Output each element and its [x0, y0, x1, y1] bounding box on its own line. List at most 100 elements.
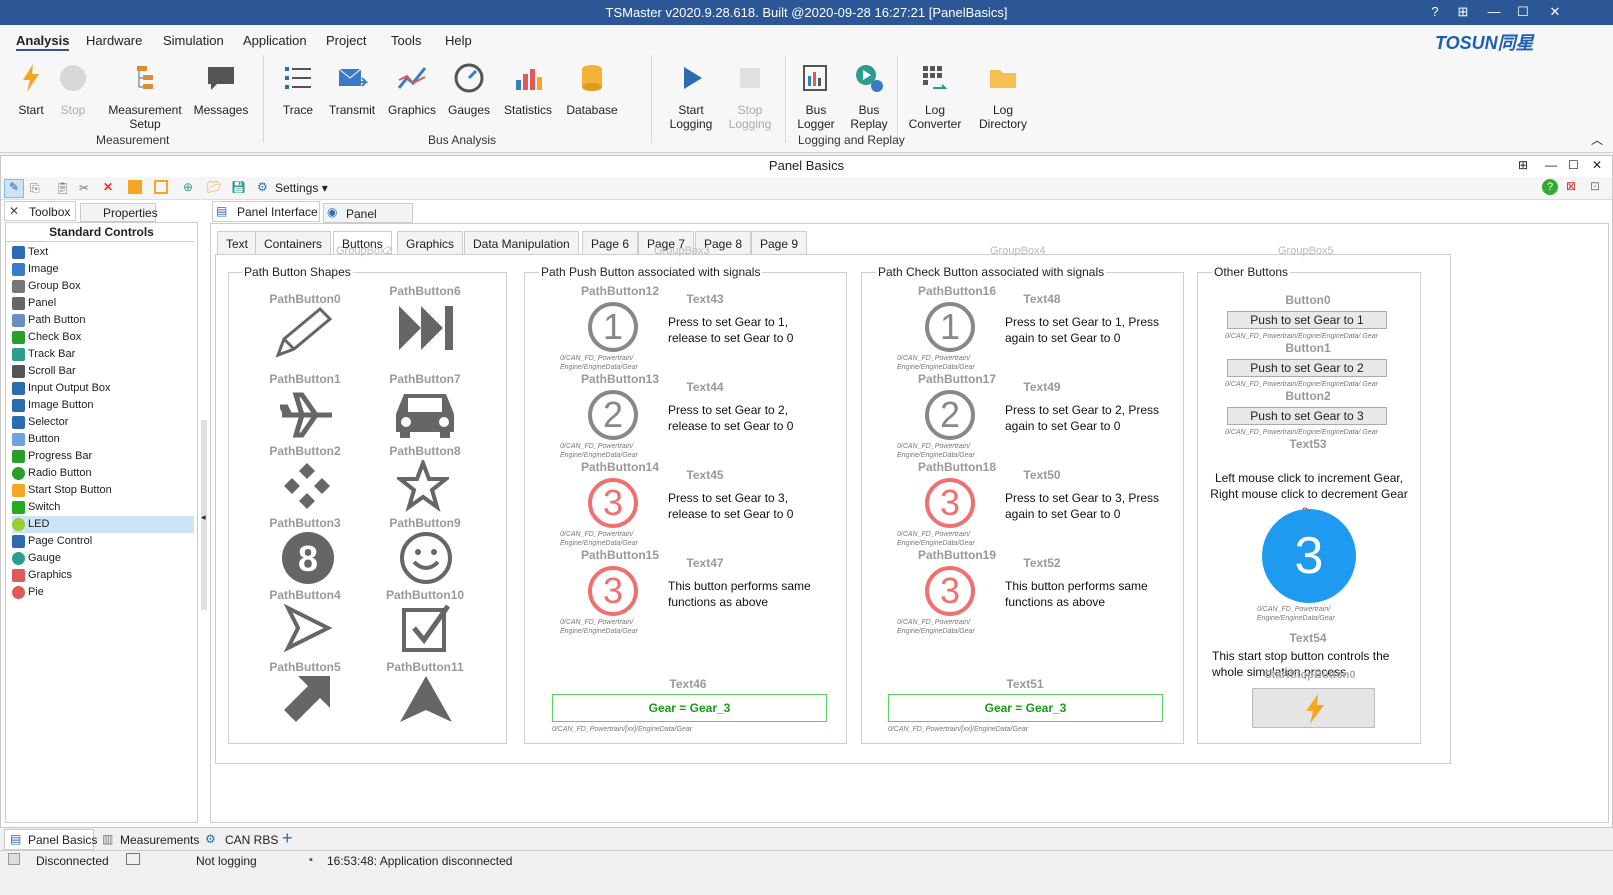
menu-project[interactable]: Project — [326, 33, 366, 48]
minimize-button[interactable]: — — [1484, 3, 1504, 21]
panel-close-button[interactable]: ✕ — [1592, 158, 1602, 172]
cut-icon[interactable]: ✂ — [79, 181, 89, 195]
arrow-up-right-icon[interactable] — [282, 672, 334, 724]
collapse-ribbon-icon[interactable]: ︿ — [1591, 131, 1603, 148]
help-icon[interactable]: ? — [1542, 179, 1558, 195]
page-tab-text[interactable]: Text — [217, 231, 258, 255]
push-gear1-button[interactable]: Push to set Gear to 1 — [1227, 311, 1387, 329]
tab-measurements[interactable]: Measurements — [120, 833, 199, 847]
toolbox-item-check-box[interactable]: Check Box — [12, 329, 194, 346]
close-tab-icon[interactable]: ⊠ — [1566, 179, 1576, 193]
page-tab-6[interactable]: Page 6 — [582, 231, 639, 255]
toolbox-item-path-button[interactable]: Path Button — [12, 312, 194, 329]
number-eight-icon[interactable]: 8 — [280, 530, 336, 586]
toolbox-item-gauge[interactable]: Gauge — [12, 550, 194, 567]
add-tab-icon[interactable]: + — [282, 828, 293, 849]
toolbox-item-radio-button[interactable]: Radio Button — [12, 465, 194, 482]
diamond-cluster-icon[interactable] — [282, 461, 332, 511]
menu-application[interactable]: Application — [243, 33, 307, 48]
panel-minimize-button[interactable]: — — [1545, 158, 1557, 172]
layout-icon[interactable]: ⊞ — [1453, 3, 1473, 21]
toolbox-item-selector[interactable]: Selector — [12, 414, 194, 431]
gear-image-button[interactable]: 3 — [1262, 509, 1356, 603]
paste-icon[interactable]: 📋︎ — [55, 181, 70, 195]
menu-tools[interactable]: Tools — [391, 33, 421, 48]
toolbox-item-image[interactable]: Image — [12, 261, 194, 278]
menu-hardware[interactable]: Hardware — [86, 33, 142, 48]
panel-float-icon[interactable]: ⊞ — [1518, 158, 1528, 172]
toolbox-item-input-output-box[interactable]: Input Output Box — [12, 380, 194, 397]
database-button[interactable]: Database — [562, 62, 622, 117]
menu-simulation[interactable]: Simulation — [163, 33, 224, 48]
toolbox-item-start-stop-button[interactable]: Start Stop Button — [12, 482, 194, 499]
graphics-button[interactable]: Graphics — [384, 62, 440, 117]
menu-help[interactable]: Help — [445, 33, 472, 48]
start-button[interactable]: Start — [12, 62, 50, 117]
help-icon[interactable]: ? — [1425, 3, 1445, 21]
toolbox-item-image-button[interactable]: Image Button — [12, 397, 194, 414]
group-icon[interactable] — [128, 180, 142, 194]
pin-icon[interactable]: ⊡ — [1590, 179, 1600, 193]
panel-maximize-button[interactable]: ☐ — [1568, 158, 1579, 172]
car-icon[interactable] — [390, 388, 460, 440]
stop-button[interactable]: Stop — [54, 62, 92, 117]
smiley-icon[interactable] — [398, 530, 454, 586]
delete-icon[interactable]: ✕ — [103, 180, 113, 194]
measurement-setup-button[interactable]: Measurement Setup — [103, 62, 187, 131]
page-tab-data-manipulation[interactable]: Data Manipulation — [464, 231, 579, 255]
settings-menu[interactable]: Settings ▾ — [275, 181, 328, 195]
toolbox-item-graphics[interactable]: Graphics — [12, 567, 194, 584]
statistics-button[interactable]: Statistics — [500, 62, 556, 117]
gear-2-path-button[interactable]: 2 — [588, 390, 638, 440]
toolbox-item-group-box[interactable]: Group Box — [12, 278, 194, 295]
bus-replay-button[interactable]: Bus Replay — [844, 62, 894, 131]
navigation-arrow-icon[interactable] — [398, 674, 454, 724]
log-directory-button[interactable]: Log Directory — [972, 62, 1034, 131]
menu-analysis[interactable]: Analysis — [16, 33, 70, 51]
pencil-icon[interactable] — [272, 305, 340, 361]
trace-button[interactable]: Trace — [276, 62, 320, 117]
toolbox-item-track-bar[interactable]: Track Bar — [12, 346, 194, 363]
toolbox-item-switch[interactable]: Switch — [12, 499, 194, 516]
gear-3-path-button[interactable]: 3 — [925, 566, 975, 616]
collapse-left-icon[interactable]: ◂ — [201, 512, 206, 523]
close-button[interactable]: ✕ — [1545, 3, 1565, 21]
toolbox-item-panel[interactable]: Panel — [12, 295, 194, 312]
start-stop-button[interactable] — [1252, 688, 1375, 728]
stop-logging-button[interactable]: Stop Logging — [723, 62, 777, 131]
panel-interface-tab[interactable]: Panel Interface — [212, 201, 320, 222]
edit-icon[interactable]: ✎ — [4, 179, 24, 198]
fast-forward-icon[interactable] — [395, 300, 459, 356]
toolbox-item-pie[interactable]: Pie — [12, 584, 194, 601]
gear-3-path-button[interactable]: 3 — [925, 478, 975, 528]
copy-icon[interactable]: ⎘ — [30, 181, 40, 196]
airplane-icon[interactable] — [280, 390, 336, 440]
toolbox-item-page-control[interactable]: Page Control — [12, 533, 194, 550]
page-tab-9[interactable]: Page 9 — [751, 231, 808, 255]
maximize-button[interactable]: ☐ — [1513, 3, 1533, 21]
gear-2-path-button[interactable]: 2 — [925, 390, 975, 440]
properties-tab[interactable]: Properties — [80, 203, 158, 222]
gear-1-path-button[interactable]: 1 — [925, 302, 975, 352]
save-icon[interactable]: 💾︎ — [231, 180, 246, 194]
push-gear2-button[interactable]: Push to set Gear to 2 — [1227, 359, 1387, 377]
checkbox-icon[interactable] — [400, 602, 452, 654]
toolbox-item-led[interactable]: LED — [12, 516, 194, 533]
toolbox-item-text[interactable]: Text — [12, 244, 194, 261]
page-tab-containers[interactable]: Containers — [255, 231, 332, 255]
toolbox-item-button[interactable]: Button — [12, 431, 194, 448]
gear-1-path-button[interactable]: 1 — [588, 302, 638, 352]
send-arrow-icon[interactable] — [284, 604, 332, 652]
open-icon[interactable]: 📂︎ — [207, 180, 222, 194]
messages-button[interactable]: Messages — [192, 62, 250, 117]
transmit-button[interactable]: Transmit — [326, 62, 378, 117]
tab-can-rbs[interactable]: CAN RBS — [225, 833, 278, 847]
star-icon[interactable] — [397, 460, 449, 512]
log-converter-button[interactable]: Log Converter — [903, 62, 967, 131]
new-icon[interactable]: ⊕ — [183, 180, 193, 194]
gear-3-path-button[interactable]: 3 — [588, 478, 638, 528]
ungroup-icon[interactable] — [154, 180, 168, 194]
gauges-button[interactable]: Gauges — [444, 62, 494, 117]
push-gear3-button[interactable]: Push to set Gear to 3 — [1227, 407, 1387, 425]
gear-3-path-button[interactable]: 3 — [588, 566, 638, 616]
